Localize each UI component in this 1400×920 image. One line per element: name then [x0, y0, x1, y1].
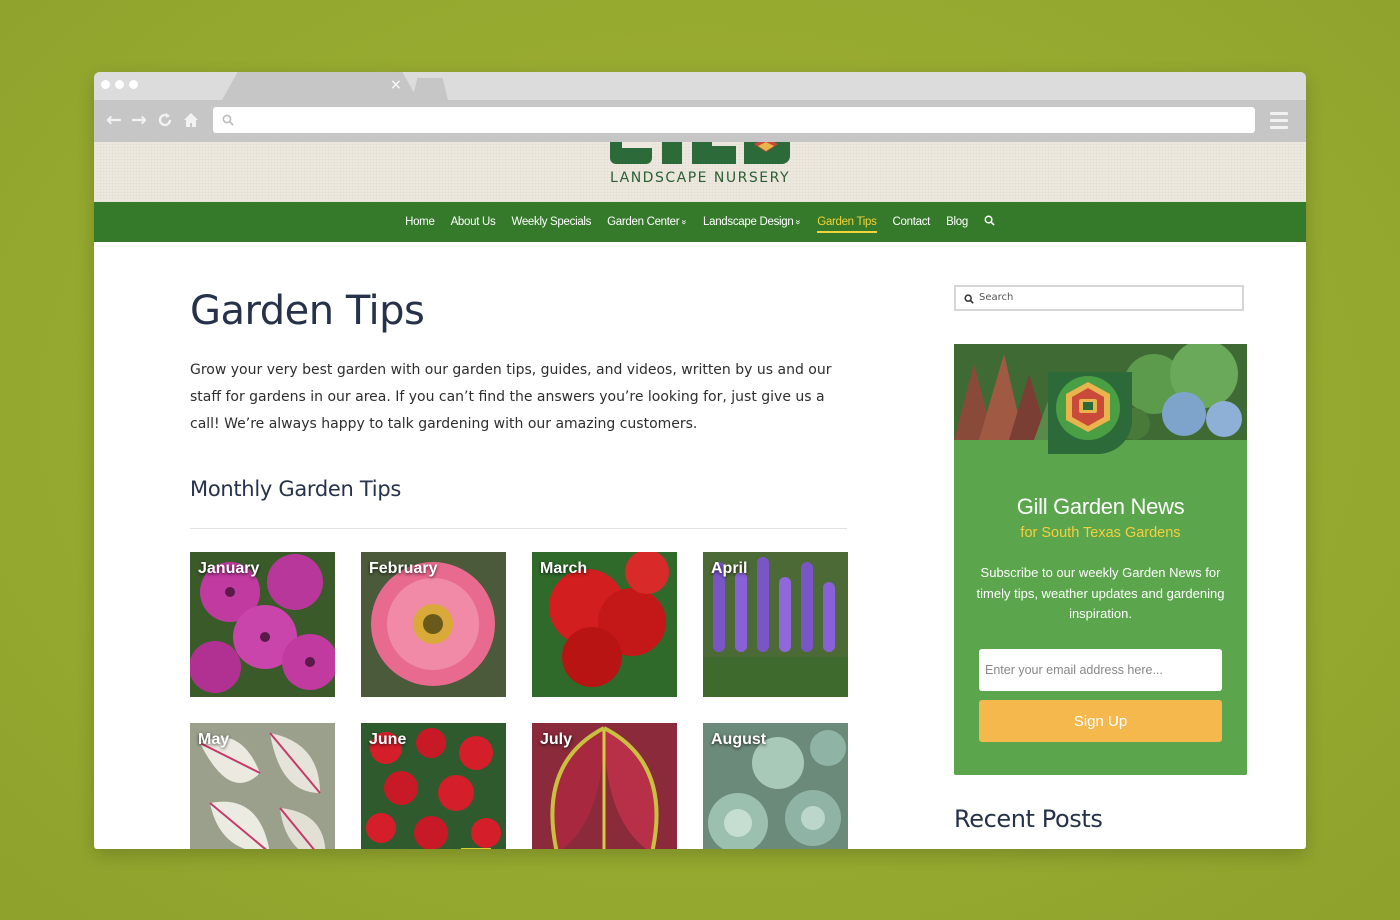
month-label: June: [369, 731, 407, 748]
month-tile-march[interactable]: March: [532, 552, 677, 697]
month-label: January: [198, 560, 260, 577]
nav-landscape-design-label: Landscape Design: [703, 216, 794, 228]
month-label: February: [369, 560, 438, 577]
logo-subtitle: LANDSCAPE NURSERY: [610, 170, 790, 186]
newsletter-title: Gill Garden News: [1016, 494, 1185, 519]
month-tile-may[interactable]: May: [190, 723, 335, 849]
nav-garden-center-label: Garden Center: [607, 216, 680, 228]
page-title: Garden Tips: [190, 288, 425, 334]
chevron-down-icon: »: [679, 219, 690, 225]
nav-contact[interactable]: Contact: [885, 216, 939, 228]
browser-tab-strip: ×: [94, 72, 1306, 100]
month-label: May: [198, 731, 230, 748]
browser-toolbar: ← →: [94, 100, 1306, 142]
nav-home[interactable]: Home: [397, 216, 442, 228]
window-close-dot[interactable]: [101, 80, 110, 89]
nav-blog[interactable]: Blog: [938, 216, 976, 228]
section-title: Monthly Garden Tips: [190, 477, 401, 501]
recent-posts-title: Recent Posts: [954, 805, 1103, 833]
month-tile-april[interactable]: April: [703, 552, 848, 697]
chevron-down-icon: »: [793, 219, 804, 225]
gill-badge-logo: [1048, 372, 1132, 454]
browser-tab[interactable]: [222, 72, 418, 100]
month-label: August: [711, 731, 767, 748]
newsletter-card: Gill Garden News for South Texas Gardens…: [954, 344, 1247, 775]
month-tile-february[interactable]: February: [361, 552, 506, 697]
newsletter-description: Subscribe to our weekly Garden News for …: [976, 565, 1225, 621]
window-maximize-dot[interactable]: [129, 80, 138, 89]
forward-arrow-icon[interactable]: →: [131, 108, 147, 132]
sidebar-search-input[interactable]: Search: [954, 285, 1244, 311]
site-header: LANDSCAPE NURSERY: [94, 142, 1306, 202]
reload-icon[interactable]: [157, 108, 173, 134]
back-arrow-icon[interactable]: ←: [106, 108, 122, 132]
page-viewport: LANDSCAPE NURSERY Home About Us Weekly S…: [94, 142, 1306, 849]
new-tab-button[interactable]: [412, 78, 448, 100]
section-divider: [190, 528, 847, 529]
browser-window: × ← → LANDSCAPE NURSERY Home About Us We…: [94, 72, 1306, 849]
month-tile-january[interactable]: January: [190, 552, 335, 697]
search-placeholder: Search: [979, 292, 1014, 303]
month-tile-june[interactable]: June: [361, 723, 506, 849]
month-label: April: [711, 560, 748, 577]
month-tile-july[interactable]: July: [532, 723, 677, 849]
gill-logo[interactable]: [608, 142, 794, 168]
nav-about-us[interactable]: About Us: [443, 216, 504, 228]
newsletter-subtitle: for South Texas Gardens: [1020, 525, 1181, 541]
address-bar[interactable]: [213, 107, 1255, 133]
nav-search-icon[interactable]: [976, 215, 1003, 229]
hamburger-menu-icon[interactable]: [1270, 112, 1288, 133]
email-field[interactable]: [979, 649, 1222, 691]
intro-paragraph: Grow your very best garden with our gard…: [190, 362, 832, 432]
month-label: July: [540, 731, 573, 748]
nav-weekly-specials[interactable]: Weekly Specials: [503, 216, 599, 228]
search-icon: [222, 114, 234, 126]
sign-up-button[interactable]: Sign Up: [979, 700, 1222, 742]
tab-close-icon[interactable]: ×: [390, 78, 402, 92]
window-minimize-dot[interactable]: [115, 80, 124, 89]
month-label: March: [540, 560, 588, 577]
nav-garden-center[interactable]: Garden Center»: [599, 216, 695, 228]
home-icon[interactable]: [183, 108, 199, 134]
search-icon: [964, 294, 974, 304]
month-tile-august[interactable]: August: [703, 723, 848, 849]
nav-garden-tips[interactable]: Garden Tips: [809, 216, 884, 233]
nav-landscape-design[interactable]: Landscape Design»: [695, 216, 809, 228]
main-nav: Home About Us Weekly Specials Garden Cen…: [94, 202, 1306, 242]
